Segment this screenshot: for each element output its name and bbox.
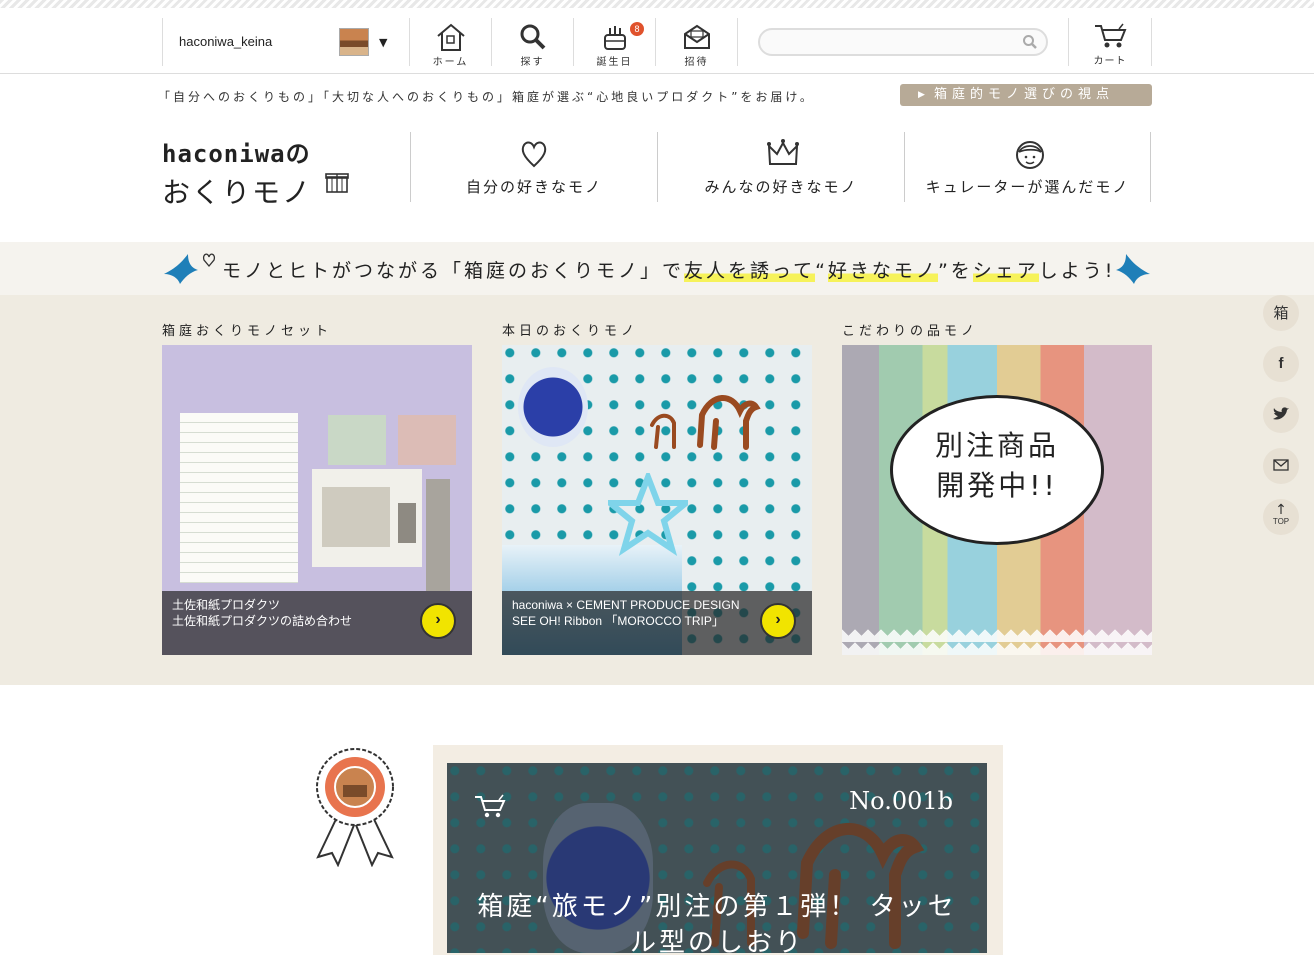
user-menu[interactable]: haconiwa_keina ▼ [162, 18, 410, 66]
nav-home-button[interactable]: ホーム [410, 18, 492, 68]
triangle-pattern [842, 629, 1152, 655]
product-grid-paper [180, 413, 298, 583]
nav-birthday-button[interactable]: 8 誕生日 [574, 18, 656, 68]
share-text-quote: “ [815, 260, 828, 282]
speech-bubble: 別注商品 開発中!! [890, 395, 1104, 545]
ribbon-ornament-image [601, 468, 695, 573]
crown-icon [767, 139, 799, 165]
speech-bubble-line1: 別注商品 [934, 429, 1059, 462]
viewpoint-button[interactable]: 箱庭的モノ選びの視点 [900, 84, 1152, 106]
nav-icons: ホーム 探す 8 誕生日 招待 [410, 18, 738, 68]
speech-bubble-line2: 開発中!! [936, 469, 1058, 502]
product-wrapping [426, 479, 450, 591]
share-text-post: しよう! [1038, 260, 1116, 282]
facebook-icon[interactable]: f [1263, 346, 1299, 382]
nav-search-button[interactable]: 探す [492, 18, 574, 68]
home-icon [437, 23, 465, 51]
share-text-favorites: 好きなモノ [827, 260, 938, 282]
product-stamp [398, 503, 416, 543]
product-paper-sheet [322, 487, 390, 547]
hero-cart-icon[interactable] [473, 793, 509, 819]
sidebar-haconiwa-button[interactable]: 箱 [1263, 295, 1299, 331]
hero-item-number: No.001b [849, 787, 953, 815]
category-curator-picks[interactable]: キュレーターが選んだモノ [904, 132, 1151, 202]
decorative-top-stripe [0, 0, 1314, 8]
search-box [758, 28, 1048, 56]
todays-gift-caption-line1: haconiwa × CEMENT PRODUCE DESIGN [512, 598, 740, 612]
nav-home-label: ホーム [432, 57, 469, 68]
sidebar-twitter-button[interactable] [1263, 397, 1299, 433]
feature-title-todays-gift: 本日のおくりモノ [502, 324, 639, 339]
back-to-top-label: TOP [1272, 517, 1290, 526]
twitter-bird-icon [1273, 407, 1289, 420]
viewpoint-label: 箱庭的モノ選びの視点 [934, 87, 1115, 102]
username: haconiwa_keina [179, 34, 273, 49]
cart-label: カート [1093, 56, 1127, 67]
gift-set-caption: 土佐和紙プロダクツ 土佐和紙プロダクツの詰め合わせ › [162, 591, 472, 655]
product-box-pink [398, 415, 456, 465]
sidebar-mail-button[interactable] [1263, 448, 1299, 484]
cart-icon [1095, 23, 1127, 48]
share-banner[interactable]: モノとヒトがつながる「箱庭のおくりモノ」で友人を誘って“好きなモノ”をシェアしよ… [0, 242, 1314, 295]
swallow-bird-right-icon [1116, 254, 1150, 284]
todays-gift-caption: haconiwa × CEMENT PRODUCE DESIGN SEE OH!… [502, 591, 812, 655]
category-curator-picks-label: キュレーターが選んだモノ [925, 178, 1130, 196]
mail-icon [1273, 459, 1289, 471]
feature-card-gift-set[interactable]: 土佐和紙プロダクツ 土佐和紙プロダクツの詰め合わせ › [162, 345, 472, 655]
gift-set-caption-line1: 土佐和紙プロダクツ [172, 598, 281, 612]
featured-section: 箱庭おくりモノセット 本日のおくりモノ こだわりの品モノ 土佐和紙プロダクツ 土… [0, 295, 1314, 685]
camel-icon [650, 395, 761, 450]
up-arrow-icon: ↑ [1275, 502, 1287, 518]
hero-title: 箱庭“旅モノ”別注の第１弾！ タッセル型のしおり [477, 892, 957, 953]
share-text-pre: モノとヒトがつながる「箱庭のおくりモノ」で [222, 260, 685, 282]
nav-birthday-label: 誕生日 [596, 57, 633, 68]
category-everyone-favorites-label: みんなの好きなモノ [704, 178, 858, 196]
nav-search-label: 探す [520, 57, 545, 68]
back-to-top-button[interactable]: ↑ TOP [1263, 499, 1299, 535]
search-input[interactable] [768, 33, 1018, 51]
category-everyone-favorites[interactable]: みんなの好きなモノ [657, 132, 904, 202]
heart-icon [521, 141, 547, 168]
cart-button[interactable]: カート [1068, 18, 1152, 67]
birthday-count-badge: 8 [630, 22, 644, 36]
gift-box-icon [325, 173, 349, 193]
invite-envelope-icon [684, 24, 710, 49]
category-my-favorites[interactable]: 自分の好きなモノ [410, 132, 657, 202]
logo-line1: haconiwaの [162, 140, 311, 168]
share-text-share: シェア [972, 260, 1039, 282]
product-box-green [328, 415, 386, 465]
search-magnifier-icon [520, 24, 546, 50]
gift-set-caption-line2: 土佐和紙プロダクツの詰め合わせ [172, 614, 353, 628]
feature-card-todays-gift[interactable]: haconiwa × CEMENT PRODUCE DESIGN SEE OH!… [502, 345, 812, 655]
share-text-invite: 友人を誘って [684, 260, 816, 282]
todays-gift-caption-line2: SEE OH! Ribbon 「MOROCCO TRIP」 [512, 614, 724, 628]
feature-title-gift-set: 箱庭おくりモノセット [162, 324, 333, 339]
share-banner-text: モノとヒトがつながる「箱庭のおくりモノ」で友人を誘って“好きなモノ”をシェアしよ… [222, 256, 1115, 283]
search-icon[interactable] [1022, 34, 1038, 50]
ribbon-medal-icon [316, 748, 394, 867]
todays-gift-arrow-button[interactable]: › [760, 603, 796, 639]
feature-title-special-items: こだわりの品モノ [842, 324, 979, 339]
top-navigation-bar: haconiwa_keina ▼ ホーム 探す 8 誕生日 招待 カート [0, 8, 1314, 74]
feature-card-special-items[interactable]: 別注商品 開発中!! [842, 345, 1152, 655]
site-logo[interactable]: haconiwaの おくりモノ [162, 134, 362, 209]
curator-face-icon [1016, 141, 1044, 169]
nav-invite-button[interactable]: 招待 [656, 18, 738, 68]
swallow-bird-icon [164, 253, 216, 284]
camel-figures-image [642, 375, 772, 455]
birthday-cake-icon [604, 26, 626, 50]
caret-down-icon[interactable]: ▼ [379, 36, 387, 49]
nav-invite-label: 招待 [684, 57, 709, 68]
tagline: 「自分へのおくりもの」「大切な人へのおくりもの」箱庭が選ぶ“心地良いプロダクト”… [158, 90, 815, 104]
user-avatar [339, 28, 369, 56]
hero-product-card[interactable]: No.001b 箱庭“旅モノ”別注の第１弾！ タッセル型のしおり [447, 763, 987, 953]
category-navigation: 自分の好きなモノ みんなの好きなモノ キュレーターが選んだモノ [410, 132, 1152, 202]
category-my-favorites-label: 自分の好きなモノ [465, 178, 602, 196]
star-ornament-icon [601, 468, 695, 557]
blue-glass-image [518, 367, 588, 447]
share-text-quote-close: ”を [937, 260, 973, 282]
gift-set-arrow-button[interactable]: › [420, 603, 456, 639]
